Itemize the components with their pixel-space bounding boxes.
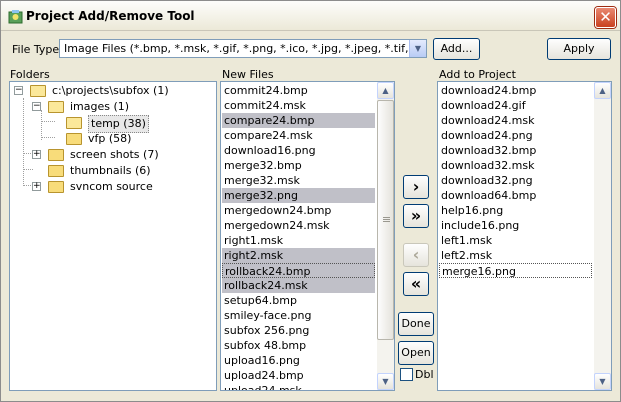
scroll-up-icon[interactable]: ▲ [377, 82, 394, 99]
folder-icon [66, 133, 82, 145]
add-button[interactable]: Add... [433, 38, 480, 60]
new-file-item[interactable]: upload24.msk [222, 383, 375, 390]
project-file-item[interactable]: download24.gif [439, 98, 592, 113]
folder-tree-label: images (1) [70, 100, 130, 113]
project-file-item[interactable]: download24.png [439, 128, 592, 143]
new-file-item[interactable]: merge32.bmp [222, 158, 375, 173]
folder-icon [30, 85, 46, 97]
remove-all-button[interactable]: « [403, 272, 429, 296]
title-bar[interactable]: Project Add/Remove Tool ✕ [1, 1, 620, 31]
new-file-item[interactable]: mergedown24.msk [222, 218, 375, 233]
new-file-item[interactable]: download16.png [222, 143, 375, 158]
project-file-item[interactable]: left1.msk [439, 233, 592, 248]
new-file-item[interactable]: merge32.png [222, 188, 375, 203]
new-file-item[interactable]: rollback24.msk [222, 278, 375, 293]
file-type-value: Image Files (*.bmp, *.msk, *.gif, *.png,… [64, 42, 409, 55]
scroll-down-icon[interactable]: ▼ [594, 373, 611, 390]
new-files-scrollbar[interactable]: ▲ ▼ [377, 82, 394, 390]
add-to-project-scrollbar[interactable]: ▲ ▼ [594, 82, 611, 390]
new-file-item[interactable]: right1.msk [222, 233, 375, 248]
new-file-item[interactable]: rollback24.bmp [222, 263, 375, 278]
folders-label: Folders [10, 68, 50, 81]
apply-button[interactable]: Apply [547, 38, 611, 60]
done-button[interactable]: Done [398, 312, 434, 336]
new-file-item[interactable]: commit24.msk [222, 98, 375, 113]
folder-tree-label: thumbnails (6) [70, 164, 151, 177]
new-file-item[interactable]: compare24.bmp [222, 113, 375, 128]
close-icon: ✕ [599, 8, 612, 26]
collapse-icon[interactable]: − [32, 102, 41, 111]
add-selected-button[interactable]: › [403, 175, 429, 199]
scroll-down-icon[interactable]: ▼ [377, 373, 394, 390]
add-all-button[interactable]: » [403, 204, 429, 228]
folder-icon [48, 165, 64, 177]
project-file-item[interactable]: download24.bmp [439, 83, 592, 98]
folder-icon [48, 181, 64, 193]
open-button[interactable]: Open [398, 341, 434, 365]
close-button[interactable]: ✕ [595, 7, 616, 28]
new-file-item[interactable]: merge32.msk [222, 173, 375, 188]
app-icon [8, 10, 23, 24]
folders-tree[interactable]: − c:\projects\subfox (1) − images (1) temp (… [9, 81, 217, 391]
chevron-down-icon[interactable]: ▼ [409, 40, 426, 57]
dbl-label: Dbl [415, 368, 434, 381]
folder-tree-label: vfp (58) [88, 132, 132, 145]
project-file-item[interactable]: download32.msk [439, 158, 592, 173]
project-file-item[interactable]: download32.bmp [439, 143, 592, 158]
folder-icon [48, 101, 64, 113]
add-to-project-list[interactable]: download24.bmp download24.gif download24.m… [437, 81, 612, 391]
project-file-item[interactable]: merge16.png [439, 263, 592, 278]
dbl-checkbox[interactable] [400, 368, 413, 381]
folder-tree-label: svncom source [70, 180, 153, 193]
scroll-thumb[interactable] [377, 100, 394, 340]
new-file-item[interactable]: upload24.bmp [222, 368, 375, 383]
remove-selected-button[interactable]: ‹ [403, 243, 429, 267]
new-files-list[interactable]: commit24.bmp commit24.msk compare24.bmp com… [220, 81, 395, 391]
folder-tree-label: c:\projects\subfox (1) [52, 84, 169, 97]
new-files-label: New Files [222, 68, 274, 81]
new-file-item[interactable]: smiley-face.png [222, 308, 375, 323]
new-file-item[interactable]: commit24.bmp [222, 83, 375, 98]
project-file-item[interactable]: download32.png [439, 173, 592, 188]
project-file-item[interactable]: include16.png [439, 218, 592, 233]
new-file-item[interactable]: setup64.bmp [222, 293, 375, 308]
scroll-up-icon[interactable]: ▲ [594, 82, 611, 99]
file-type-select[interactable]: Image Files (*.bmp, *.msk, *.gif, *.png,… [59, 39, 427, 58]
expand-icon[interactable]: + [32, 182, 41, 191]
expand-icon[interactable]: + [32, 150, 41, 159]
project-file-item[interactable]: download24.msk [439, 113, 592, 128]
folder-icon [48, 149, 64, 161]
new-file-item[interactable]: subfox 256.png [222, 323, 375, 338]
folder-tree-label: screen shots (7) [70, 148, 159, 161]
add-to-project-label: Add to Project [439, 68, 516, 81]
project-file-item[interactable]: help16.png [439, 203, 592, 218]
new-file-item[interactable]: subfox 48.bmp [222, 338, 375, 353]
new-file-item[interactable]: mergedown24.bmp [222, 203, 375, 218]
collapse-icon[interactable]: − [14, 86, 23, 95]
project-file-item[interactable]: left2.msk [439, 248, 592, 263]
folder-icon [66, 117, 82, 129]
project-add-remove-window: Project Add/Remove Tool ✕ File Type Imag… [0, 0, 621, 402]
new-file-item[interactable]: compare24.msk [222, 128, 375, 143]
project-file-item[interactable]: download64.bmp [439, 188, 592, 203]
new-file-item[interactable]: right2.msk [222, 248, 375, 263]
new-file-item[interactable]: upload16.png [222, 353, 375, 368]
window-title: Project Add/Remove Tool [26, 9, 195, 23]
file-type-label: File Type [12, 43, 60, 56]
